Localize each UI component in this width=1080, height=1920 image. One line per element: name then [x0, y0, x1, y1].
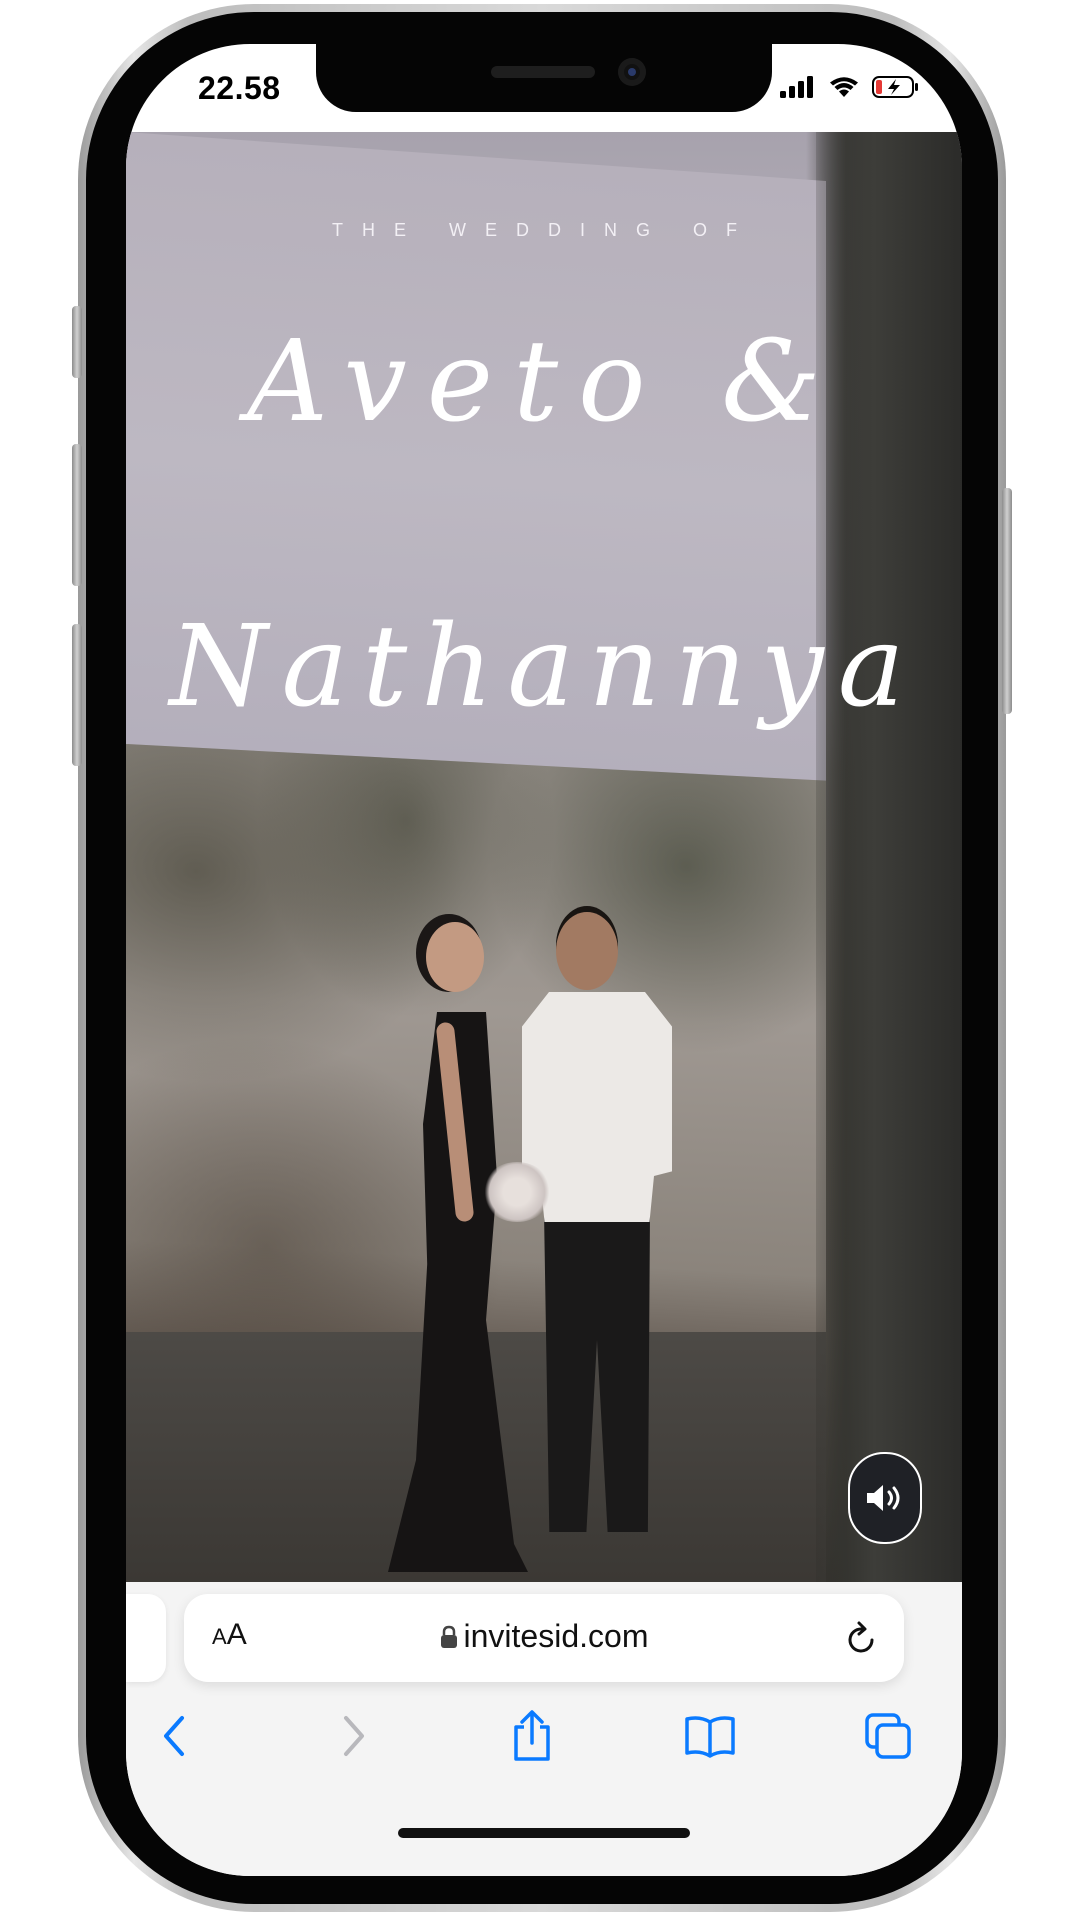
phone-screen: THE WEDDING OF Aveto & Nathannya 22.58 A…: [126, 44, 962, 1876]
bouquet: [482, 1162, 552, 1222]
forward-button[interactable]: [326, 1708, 382, 1764]
home-indicator[interactable]: [398, 1828, 690, 1838]
back-button[interactable]: [146, 1708, 202, 1764]
couple-name-second: Nathannya: [169, 602, 919, 732]
book-icon: [685, 1716, 735, 1758]
sound-toggle-button[interactable]: [848, 1452, 922, 1544]
browser-toolbar: [126, 1696, 962, 1776]
front-camera: [618, 58, 646, 86]
cellular-signal-icon: [780, 76, 813, 98]
address-bar[interactable]: AA invitesid.com: [184, 1594, 904, 1682]
wifi-icon: [830, 77, 858, 97]
lock-icon: [440, 1625, 457, 1648]
status-time: 22.58: [198, 70, 281, 106]
invitation-hero: THE WEDDING OF Aveto & Nathannya: [126, 132, 962, 1582]
chevron-right-icon: [344, 1716, 364, 1756]
status-icons: [780, 72, 920, 102]
wedding-heading: THE WEDDING OF: [332, 220, 756, 240]
silent-switch: [72, 306, 82, 378]
speaker-icon: [867, 1485, 900, 1511]
battery-charging-icon: [872, 76, 918, 98]
couple-name-first: Aveto &: [247, 317, 841, 447]
previous-tab-peek[interactable]: [126, 1594, 166, 1682]
share-icon: [514, 1710, 550, 1761]
earpiece: [491, 66, 595, 78]
url-text: invitesid.com: [463, 1618, 649, 1654]
tabs-icon: [865, 1713, 911, 1759]
groom-head: [556, 912, 618, 990]
chevron-left-icon: [164, 1716, 184, 1756]
tabs-button[interactable]: [860, 1708, 916, 1764]
power-button: [1002, 488, 1012, 714]
notch: [316, 44, 772, 112]
bookmarks-button[interactable]: [682, 1708, 738, 1764]
volume-down-button: [72, 624, 82, 766]
reload-icon[interactable]: [844, 1618, 880, 1658]
volume-up-button: [72, 444, 82, 586]
url-display[interactable]: invitesid.com: [184, 1618, 904, 1655]
bride-head: [426, 922, 484, 992]
share-button[interactable]: [504, 1708, 560, 1764]
